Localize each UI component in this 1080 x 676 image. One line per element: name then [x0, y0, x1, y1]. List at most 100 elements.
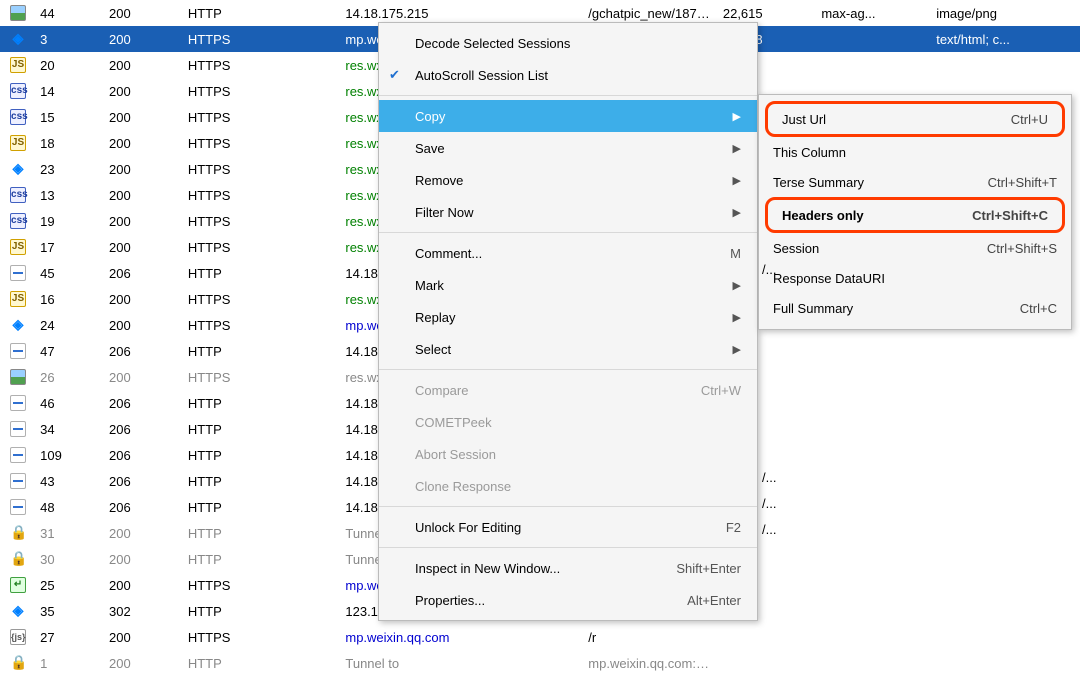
session-protocol: HTTP [184, 650, 342, 676]
menu-comment[interactable]: Comment...M [379, 237, 757, 269]
menu-inspect[interactable]: Inspect in New Window...Shift+Enter [379, 552, 757, 584]
session-type [932, 52, 1080, 78]
session-protocol: HTTPS [184, 130, 342, 156]
menu-compare: CompareCtrl+W [379, 374, 757, 406]
session-id: 16 [36, 286, 105, 312]
session-id: 45 [36, 260, 105, 286]
session-protocol: HTTPS [184, 52, 342, 78]
submenu-session[interactable]: SessionCtrl+Shift+S [759, 233, 1071, 263]
submenu-response-datauri[interactable]: Response DataURI [759, 263, 1071, 293]
menu-unlock[interactable]: Unlock For EditingF2 [379, 511, 757, 543]
session-id: 23 [36, 156, 105, 182]
session-status: 200 [105, 286, 184, 312]
session-status: 200 [105, 234, 184, 260]
highlight-just-url: Just UrlCtrl+U [765, 101, 1065, 137]
js-icon: JS [10, 57, 26, 73]
session-id: 43 [36, 468, 105, 494]
menu-remove[interactable]: Remove▶ [379, 164, 757, 196]
session-size [719, 650, 817, 676]
session-status: 206 [105, 260, 184, 286]
stream-icon [10, 473, 26, 489]
session-id: 44 [36, 0, 105, 26]
chevron-right-icon: ▶ [733, 174, 741, 187]
session-protocol: HTTPS [184, 182, 342, 208]
session-type [932, 494, 1080, 520]
session-status: 200 [105, 520, 184, 546]
session-type: image/png [932, 0, 1080, 26]
image-icon [10, 369, 26, 385]
diamond-icon: ◈ [10, 603, 26, 619]
row-extra: /... [762, 262, 776, 277]
session-id: 15 [36, 104, 105, 130]
session-cache [817, 390, 932, 416]
submenu-just-url[interactable]: Just UrlCtrl+U [768, 104, 1062, 134]
menu-properties[interactable]: Properties...Alt+Enter [379, 584, 757, 616]
session-type [932, 338, 1080, 364]
highlight-headers-only: Headers onlyCtrl+Shift+C [765, 197, 1065, 233]
js-icon: JS [10, 239, 26, 255]
css-icon: css [10, 187, 26, 203]
session-cache [817, 546, 932, 572]
css-icon: css [10, 213, 26, 229]
session-status: 206 [105, 416, 184, 442]
table-row[interactable]: {js}27200HTTPSmp.weixin.qq.com/r [0, 624, 1080, 650]
arrow-icon: ↵ [10, 577, 26, 593]
session-type [932, 650, 1080, 676]
session-type: text/html; c... [932, 26, 1080, 52]
session-url: /r [584, 624, 719, 650]
menu-autoscroll[interactable]: ✔AutoScroll Session List [379, 59, 757, 91]
diamond-icon: ◈ [10, 161, 26, 177]
session-protocol: HTTP [184, 0, 342, 26]
session-protocol: HTTPS [184, 312, 342, 338]
session-status: 200 [105, 26, 184, 52]
chevron-right-icon: ▶ [733, 206, 741, 219]
table-row[interactable]: 🔒1200HTTPTunnel tomp.weixin.qq.com:443 [0, 650, 1080, 676]
menu-copy[interactable]: Copy▶ [379, 100, 757, 132]
session-type [932, 390, 1080, 416]
session-cache [817, 338, 932, 364]
menu-clone: Clone Response [379, 470, 757, 502]
session-type [932, 598, 1080, 624]
submenu-headers-only[interactable]: Headers onlyCtrl+Shift+C [768, 200, 1062, 230]
session-id: 46 [36, 390, 105, 416]
session-type [932, 442, 1080, 468]
menu-decode[interactable]: Decode Selected Sessions [379, 27, 757, 59]
session-cache [817, 26, 932, 52]
menu-save[interactable]: Save▶ [379, 132, 757, 164]
menu-separator [379, 547, 757, 548]
session-type [932, 572, 1080, 598]
session-type [932, 468, 1080, 494]
session-status: 200 [105, 364, 184, 390]
session-protocol: HTTPS [184, 26, 342, 52]
stream-icon [10, 499, 26, 515]
stream-icon [10, 265, 26, 281]
session-status: 200 [105, 650, 184, 676]
session-protocol: HTTPS [184, 234, 342, 260]
menu-separator [379, 506, 757, 507]
menu-filter[interactable]: Filter Now▶ [379, 196, 757, 228]
stream-icon [10, 395, 26, 411]
menu-replay[interactable]: Replay▶ [379, 301, 757, 333]
session-id: 1 [36, 650, 105, 676]
session-protocol: HTTPS [184, 286, 342, 312]
session-id: 3 [36, 26, 105, 52]
js-icon: JS [10, 291, 26, 307]
session-protocol: HTTPS [184, 624, 342, 650]
chevron-right-icon: ▶ [733, 311, 741, 324]
session-status: 206 [105, 468, 184, 494]
session-status: 200 [105, 78, 184, 104]
session-status: 200 [105, 624, 184, 650]
stream-icon [10, 421, 26, 437]
css-icon: css [10, 109, 26, 125]
submenu-this-column[interactable]: This Column [759, 137, 1071, 167]
session-id: 19 [36, 208, 105, 234]
chevron-right-icon: ▶ [733, 110, 741, 123]
menu-mark[interactable]: Mark▶ [379, 269, 757, 301]
session-cache [817, 520, 932, 546]
session-id: 30 [36, 546, 105, 572]
session-protocol: HTTPS [184, 364, 342, 390]
session-status: 200 [105, 208, 184, 234]
submenu-full-summary[interactable]: Full SummaryCtrl+C [759, 293, 1071, 323]
submenu-terse[interactable]: Terse SummaryCtrl+Shift+T [759, 167, 1071, 197]
menu-select[interactable]: Select▶ [379, 333, 757, 365]
